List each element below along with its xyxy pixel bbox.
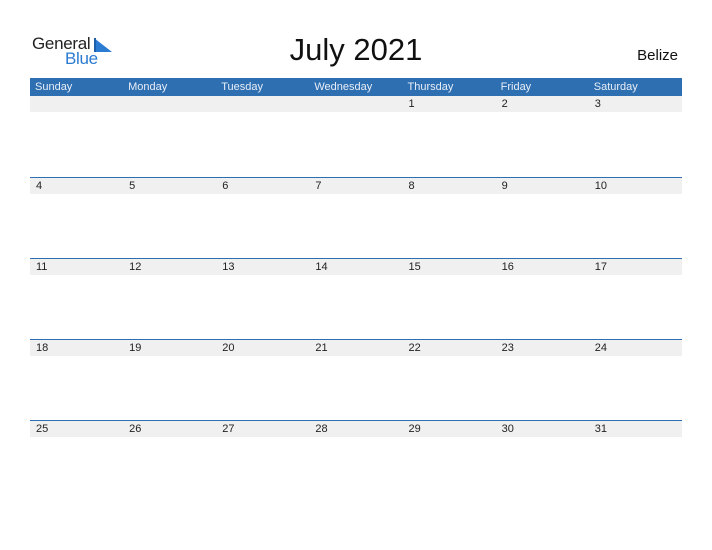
weekday-monday: Monday	[128, 81, 168, 93]
calendar-title: July 2021	[289, 32, 423, 67]
day-cell: 19	[129, 342, 142, 354]
day-cell: 25	[36, 423, 49, 435]
weekday-wednesday: Wednesday	[314, 81, 373, 93]
day-cell: 22	[408, 342, 421, 354]
day-cell: 24	[594, 342, 607, 354]
day-cell: 20	[222, 342, 235, 354]
country-label: Belize	[637, 47, 678, 64]
week-row-4: 18 19 20 21 22 23 24	[30, 339, 682, 421]
day-cell: 30	[501, 423, 514, 435]
day-cell: 13	[222, 261, 235, 273]
day-cell: 29	[408, 423, 421, 435]
day-cell: 26	[129, 423, 142, 435]
day-cell: 5	[129, 180, 136, 192]
day-cell: 9	[501, 180, 508, 192]
weekday-sunday: Sunday	[35, 81, 73, 93]
day-cell: 4	[36, 180, 43, 192]
week-row-1: 1 2 3	[30, 96, 682, 177]
day-cell: 16	[501, 261, 514, 273]
day-cell: 28	[315, 423, 328, 435]
day-cell	[123, 96, 216, 112]
day-cell: 8	[408, 180, 415, 192]
weekday-tuesday: Tuesday	[221, 81, 264, 93]
day-cell: 17	[594, 261, 607, 273]
week-row-3: 11 12 13 14 15 16 17	[30, 258, 682, 340]
day-cell: 21	[315, 342, 328, 354]
day-cell: 11	[36, 261, 48, 273]
week-row-2: 4 5 6 7 8 9 10	[30, 177, 682, 259]
day-cell: 31	[594, 423, 607, 435]
day-cell: 2	[501, 98, 508, 110]
day-cell: 14	[315, 261, 328, 273]
day-cell: 10	[594, 180, 607, 192]
day-cell: 1	[408, 98, 415, 110]
day-cell: 15	[408, 261, 421, 273]
day-cell: 6	[222, 180, 229, 192]
weekday-header: Sunday Monday Tuesday Wednesday Thursday…	[30, 78, 682, 96]
calendar-grid: Sunday Monday Tuesday Wednesday Thursday…	[30, 78, 682, 437]
day-cell	[30, 96, 123, 112]
day-cell: 18	[36, 342, 49, 354]
day-cell: 7	[315, 180, 322, 192]
day-cell: 12	[129, 261, 142, 273]
week-row-5: 25 26 27 28 29 30 31	[30, 420, 682, 502]
weekday-thursday: Thursday	[407, 81, 454, 93]
weekday-friday: Friday	[500, 81, 532, 93]
weekday-saturday: Saturday	[593, 81, 638, 93]
day-cell: 27	[222, 423, 235, 435]
day-cell	[309, 96, 402, 112]
day-cell	[216, 96, 309, 112]
day-cell: 23	[501, 342, 514, 354]
day-cell: 3	[594, 98, 601, 110]
